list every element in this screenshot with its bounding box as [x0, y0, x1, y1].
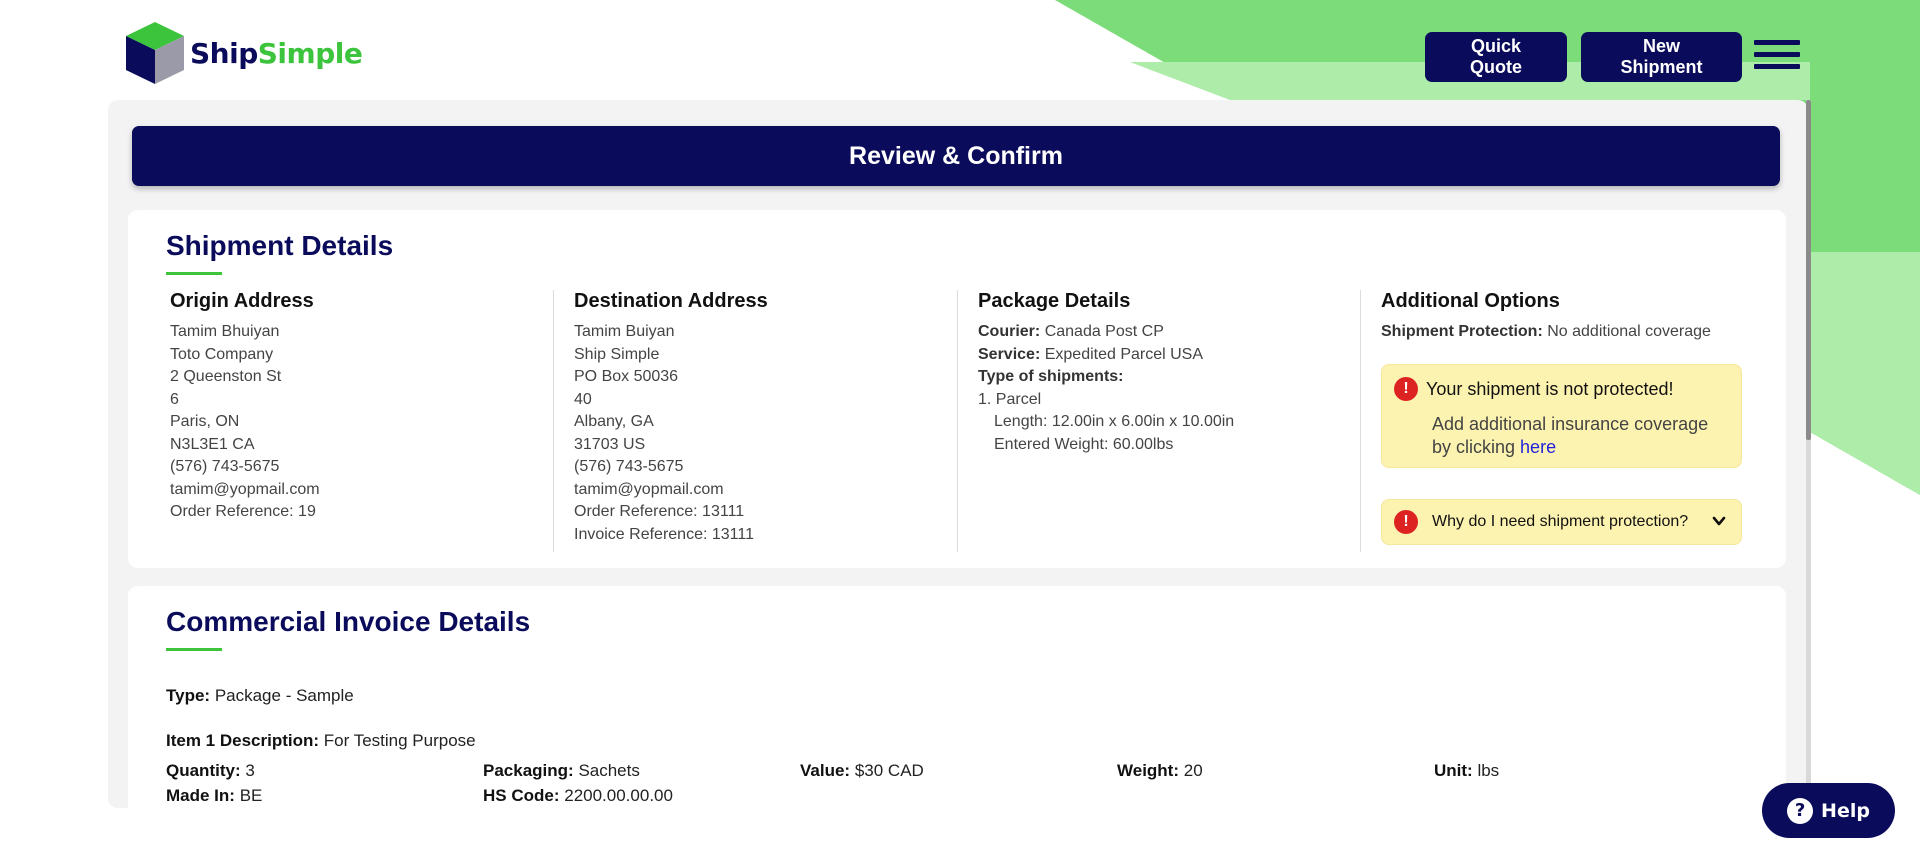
destination-line: Order Reference: 13111: [574, 503, 745, 520]
destination-line: 31703 US: [574, 435, 646, 453]
item-made-in: Made In: BE: [166, 786, 263, 805]
commercial-invoice-card: Commercial Invoice Details Type: Package…: [128, 586, 1786, 808]
shipment-details-card: Shipment Details Origin Address Tamim Bh…: [128, 210, 1786, 568]
origin-line: Paris, ON: [170, 413, 240, 430]
shipment-protection-row: Shipment Protection: No additional cover…: [1381, 323, 1711, 340]
item-hs-code: HS Code: 2200.00.00.00: [483, 786, 673, 805]
origin-address-column: Origin Address Tamim Bhuiyan Toto Compan…: [170, 290, 320, 552]
item-weight: Weight: 20: [1117, 761, 1203, 780]
logo-wordmark: ShipSimple: [190, 36, 363, 70]
help-label: Help: [1821, 799, 1870, 822]
top-header: ShipSimple Quick Quote New Shipment: [0, 0, 1920, 100]
alert-icon: !: [1394, 510, 1418, 534]
origin-line: N3L3E1 CA: [170, 435, 255, 453]
origin-line: Tamim Bhuiyan: [170, 323, 280, 340]
shipment-type-label: Type of shipments:: [978, 368, 1124, 385]
destination-line: tamim@yopmail.com: [574, 480, 724, 498]
scrollbar-thumb[interactable]: [1806, 100, 1811, 440]
help-button[interactable]: ? Help: [1762, 783, 1895, 838]
item-packaging: Packaging: Sachets: [483, 761, 640, 780]
title-underline: [166, 648, 222, 651]
destination-line: Invoice Reference: 13111: [574, 525, 754, 543]
chevron-down-icon: [1712, 516, 1726, 526]
destination-line: PO Box 50036: [574, 368, 679, 385]
parcel-dimensions: Length: 12.00in x 6.00in x 10.00in: [994, 413, 1235, 430]
page-scrollbar[interactable]: [1806, 100, 1811, 808]
destination-line: Albany, GA: [574, 413, 654, 430]
package-details-heading: Package Details: [978, 290, 1131, 312]
origin-line: 6: [170, 390, 179, 408]
service-row: Service: Expedited Parcel USA: [978, 345, 1204, 363]
insurance-here-link[interactable]: here: [1520, 437, 1556, 457]
item-description: Item 1 Description: For Testing Purpose: [166, 731, 476, 750]
parcel-weight: Entered Weight: 60.00lbs: [994, 435, 1174, 453]
origin-line: Order Reference: 19: [170, 503, 316, 520]
cube-logo-icon: [126, 22, 184, 84]
review-panel: Review & Confirm Shipment Details Origin…: [108, 100, 1808, 808]
column-divider: [957, 290, 958, 552]
item-value: Value: $30 CAD: [800, 761, 924, 780]
destination-line: 40: [574, 390, 592, 408]
courier-row: Courier: Canada Post CP: [978, 323, 1164, 340]
column-divider: [1360, 290, 1361, 552]
invoice-type: Type: Package - Sample: [166, 686, 354, 705]
shipment-details-title: Shipment Details: [166, 230, 394, 261]
quick-quote-button[interactable]: Quick Quote: [1425, 32, 1567, 82]
parcel-item: 1. Parcel: [978, 390, 1042, 408]
item-quantity: Quantity: 3: [166, 761, 255, 780]
destination-address-heading: Destination Address: [574, 290, 768, 312]
destination-address-column: Destination Address Tamim Buiyan Ship Si…: [574, 290, 768, 552]
destination-line: Tamim Buiyan: [574, 323, 675, 340]
new-shipment-button[interactable]: New Shipment: [1581, 32, 1742, 82]
column-divider: [553, 290, 554, 552]
title-underline: [166, 272, 222, 275]
additional-options-heading: Additional Options: [1381, 290, 1560, 312]
protection-faq-accordion[interactable]: ! Why do I need shipment protection?: [1381, 499, 1742, 545]
protection-warning-alert: ! Your shipment is not protected! Add ad…: [1381, 364, 1742, 468]
review-confirm-banner: Review & Confirm: [132, 126, 1780, 186]
item-unit: Unit: lbs: [1434, 761, 1500, 780]
hamburger-menu-icon[interactable]: [1754, 40, 1800, 74]
faq-label: Why do I need shipment protection?: [1432, 513, 1689, 530]
origin-address-heading: Origin Address: [170, 290, 314, 312]
help-question-icon: ?: [1787, 797, 1814, 824]
destination-line: (576) 743-5675: [574, 458, 684, 475]
package-details-column: Package Details Courier: Canada Post CP …: [978, 290, 1234, 552]
shipsimple-logo[interactable]: ShipSimple: [124, 20, 363, 86]
alert-icon: !: [1394, 377, 1418, 401]
alert-title: Your shipment is not protected!: [1426, 379, 1674, 399]
origin-line: tamim@yopmail.com: [170, 480, 320, 498]
alert-body: Add additional insurance coverage by cli…: [1432, 414, 1709, 457]
commercial-invoice-title: Commercial Invoice Details: [166, 606, 531, 637]
origin-line: 2 Queenston St: [170, 368, 282, 385]
origin-line: (576) 743-5675: [170, 458, 280, 475]
destination-line: Ship Simple: [574, 345, 660, 363]
origin-line: Toto Company: [170, 345, 274, 363]
